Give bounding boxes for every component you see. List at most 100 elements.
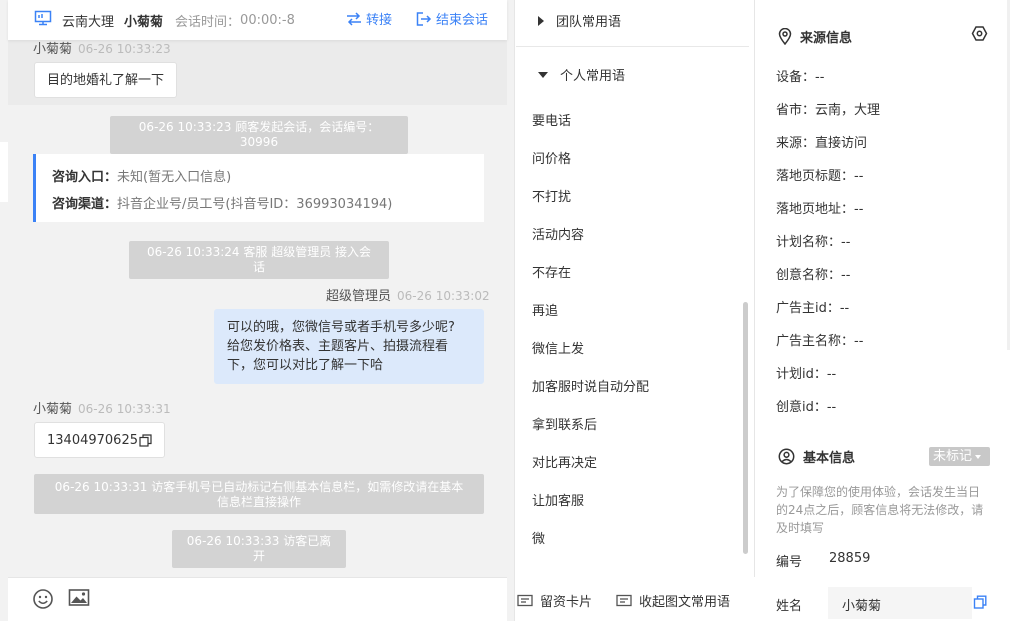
chevron-right-icon <box>538 15 544 26</box>
source-field: 省市：云南，大理 <box>776 103 881 118</box>
message-line: 可以的哦，您微信号或者手机号多少呢? <box>227 320 455 335</box>
system-notice: 06-26 10:33:31 访客手机号已自动标记右侧基本信息栏，如需修改请在基… <box>34 474 484 514</box>
basic-info-header: 基本信息 <box>778 447 855 466</box>
image-icon[interactable] <box>68 588 90 608</box>
team-phrases-group[interactable]: 团队常用语 <box>538 11 621 30</box>
customer-name-label: 姓名 <box>776 599 803 614</box>
sender-name: 小菊菊 <box>33 402 73 417</box>
sender-name: 超级管理员 <box>326 289 392 304</box>
source-field: 落地页地址：-- <box>776 202 864 217</box>
phrase-item[interactable]: 不存在 <box>532 262 571 281</box>
card-icon <box>517 594 533 606</box>
chat-header: 云南大理 小菊菊 会话时间： 00:00:-8 转接 结束会话 <box>8 0 507 40</box>
sender-name: 小菊菊 <box>33 42 73 57</box>
phrase-item[interactable]: 微信上发 <box>532 338 584 357</box>
group-divider <box>516 46 749 47</box>
phrase-item[interactable]: 加客服时说自动分配 <box>532 376 649 395</box>
customer-name-field[interactable]: 小菊菊 <box>828 587 972 619</box>
consult-entry: 咨询入口：未知(暂无入口信息) <box>52 164 484 191</box>
phrases-panel: 团队常用语 个人常用语 要电话 问价格 不打扰 活动内容 不存在 再追 微信上发… <box>516 0 755 621</box>
source-field: 广告主id：-- <box>776 301 850 316</box>
emoji-icon[interactable] <box>32 588 54 610</box>
tag-select-value: 未标记 <box>933 449 973 464</box>
panel-edge <box>0 142 8 202</box>
phrase-item[interactable]: 拿到联系后 <box>532 414 597 433</box>
message-line: 下，您可以对比了解一下哈 <box>227 358 384 373</box>
session-timer: 00:00:-8 <box>240 12 295 28</box>
system-notice: 06-26 10:33:23 顾客发起会话，会话编号：30996 <box>110 116 408 154</box>
caret-down-icon <box>975 454 982 459</box>
transfer-icon <box>347 11 361 26</box>
source-field: 落地页标题：-- <box>776 169 864 184</box>
exit-icon <box>416 11 432 26</box>
personal-phrases-group[interactable]: 个人常用语 <box>538 65 625 84</box>
lead-card-label: 留资卡片 <box>540 595 593 610</box>
source-info-title: 来源信息 <box>800 31 853 46</box>
source-field: 设备：-- <box>776 70 825 85</box>
message-sender: 小菊菊 06-26 10:33:23 <box>33 40 171 57</box>
message-time: 06-26 10:33:31 <box>78 402 171 416</box>
transfer-label: 转接 <box>366 13 393 28</box>
message-time: 06-26 10:33:02 <box>397 289 490 303</box>
basic-info-title: 基本信息 <box>803 451 856 466</box>
tag-select[interactable]: 未标记 <box>929 447 990 466</box>
source-info-header: 来源信息 <box>778 27 852 46</box>
collapse-phrases-button[interactable]: 收起图文常用语 <box>616 591 730 610</box>
source-field: 广告主名称：-- <box>776 334 864 349</box>
location-pin-icon <box>778 28 792 45</box>
settings-hex-icon[interactable] <box>971 25 988 42</box>
chat-toolbar <box>8 577 507 621</box>
end-session-button[interactable]: 结束会话 <box>416 9 488 28</box>
phrase-item[interactable]: 不打扰 <box>532 186 571 205</box>
phrase-item[interactable]: 要电话 <box>532 110 571 129</box>
phrase-item[interactable]: 问价格 <box>532 148 571 167</box>
message-line: 给您发价格表、主题客片、拍摄流程看 <box>227 339 449 354</box>
phrase-item[interactable]: 微 <box>532 528 545 547</box>
monitor-icon <box>34 10 52 26</box>
customer-name: 小菊菊 <box>124 14 164 30</box>
message-icon <box>616 594 632 606</box>
message-bubble: 目的地婚礼了解一下 <box>34 62 178 98</box>
phrase-item[interactable]: 再追 <box>532 300 558 319</box>
user-circle-icon <box>778 448 795 465</box>
message-sender: 超级管理员 06-26 10:33:02 <box>326 285 490 304</box>
consult-entry-value: 未知(暂无入口信息) <box>117 170 232 185</box>
session-timer-label: 会话时间： <box>175 14 241 30</box>
customer-id-label: 编号 <box>776 555 803 570</box>
phrase-item[interactable]: 活动内容 <box>532 224 584 243</box>
consult-channel-label: 咨询渠道： <box>52 197 118 212</box>
chevron-down-icon <box>538 71 548 78</box>
consult-channel-value: 抖音企业号/员工号(抖音号ID：36993034194) <box>117 197 393 212</box>
source-field: 计划id：-- <box>776 367 837 382</box>
source-field: 计划名称：-- <box>776 235 851 250</box>
notice-line: 06-26 10:33:31 访客手机号已自动标记右侧基本信息栏，如需修改请在基… <box>54 480 464 494</box>
transfer-button[interactable]: 转接 <box>346 9 392 28</box>
end-session-label: 结束会话 <box>436 13 489 28</box>
consult-channel: 咨询渠道：抖音企业号/员工号(抖音号ID：36993034194) <box>52 191 484 218</box>
customer-id-value: 28859 <box>829 551 871 566</box>
message-bubble: 13404970625 <box>34 422 165 458</box>
customer-info-panel: 来源信息 设备：-- 省市：云南，大理 来源：直接访问 落地页标题：-- 落地页… <box>756 0 1010 621</box>
phrases-footer: 留资卡片 收起图文常用语 <box>516 577 755 621</box>
source-field: 创意id：-- <box>776 400 837 415</box>
message-bubble-mine: 可以的哦，您微信号或者手机号多少呢? 给您发价格表、主题客片、拍摄流程看 下，您… <box>214 309 484 384</box>
phrases-scrollbar[interactable] <box>743 302 748 554</box>
source-field: 来源：直接访问 <box>776 136 868 151</box>
consult-info-card: 咨询入口：未知(暂无入口信息) 咨询渠道：抖音企业号/员工号(抖音号ID：369… <box>33 154 484 222</box>
lead-card-button[interactable]: 留资卡片 <box>517 591 592 610</box>
source-field: 创意名称：-- <box>776 268 851 283</box>
message-sender: 小菊菊 06-26 10:33:31 <box>33 398 171 417</box>
personal-phrases-label: 个人常用语 <box>560 69 626 84</box>
system-notice: 06-26 10:33:33 访客已离开 <box>172 530 346 568</box>
copy-icon[interactable] <box>973 595 987 609</box>
collapse-phrases-label: 收起图文常用语 <box>639 595 731 610</box>
customer-location: 云南大理 <box>62 14 115 30</box>
copy-icon[interactable] <box>139 433 152 447</box>
edit-notice: 为了保障您的使用体验，会话发生当日的24点之后，顾客信息将无法修改，请及时填写 <box>776 485 984 535</box>
phrase-item[interactable]: 让加客服 <box>532 490 584 509</box>
chat-panel: 云南大理 小菊菊 会话时间： 00:00:-8 转接 结束会话 小菊菊 06-26… <box>0 0 515 621</box>
notice-line: 信息栏直接操作 <box>216 495 301 509</box>
team-phrases-label: 团队常用语 <box>556 15 622 30</box>
phrase-item[interactable]: 对比再决定 <box>532 452 597 471</box>
message-list[interactable]: 小菊菊 06-26 10:33:23 目的地婚礼了解一下 06-26 10:33:… <box>8 40 507 577</box>
